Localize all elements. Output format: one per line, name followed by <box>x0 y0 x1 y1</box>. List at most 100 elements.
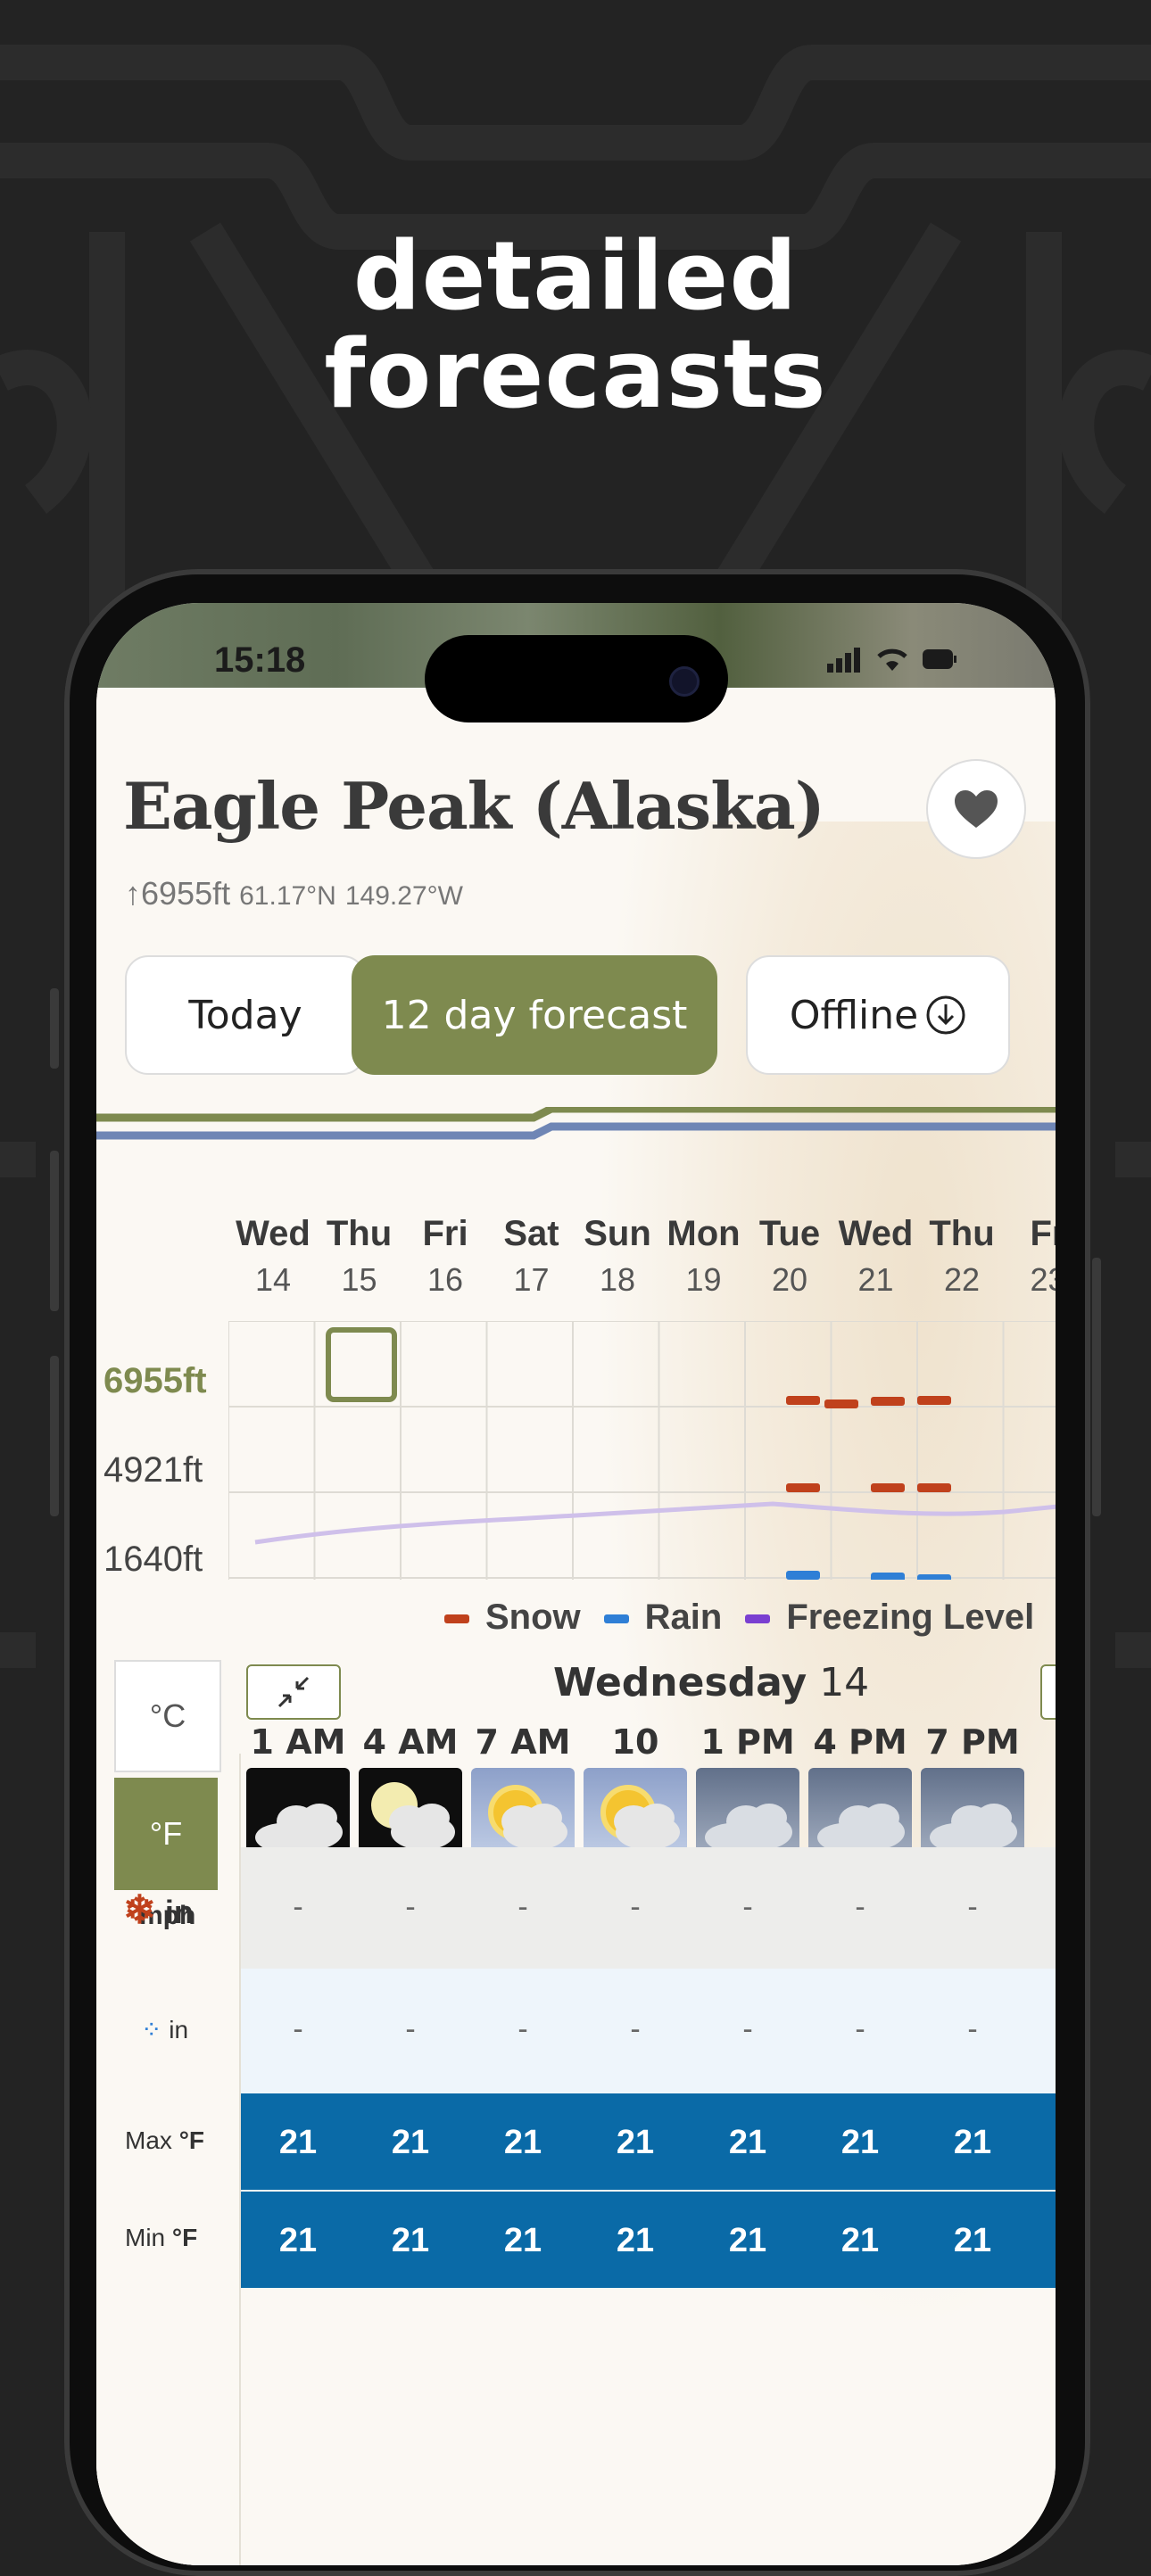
min-temp-value: 21 <box>953 2222 992 2259</box>
rain-value: - <box>630 2012 641 2046</box>
day-column[interactable]: Thu 22 <box>919 1214 1005 1299</box>
location-lat: 61.17°N <box>239 881 336 911</box>
day-column[interactable]: Wed 14 <box>230 1214 316 1299</box>
detail-day-num: 14 <box>819 1660 870 1705</box>
min-unit: °F <box>171 2224 198 2251</box>
celsius-toggle[interactable]: °C <box>114 1660 221 1772</box>
min-temp-value: 21 <box>503 2222 542 2259</box>
tab-forecast-label: 12 day forecast <box>381 992 688 1038</box>
day-name: Fr <box>1030 1214 1056 1253</box>
legend-freezing-label: Freezing Level <box>786 1598 1035 1637</box>
day-number: 15 <box>341 1261 377 1298</box>
day-number: 18 <box>599 1261 636 1298</box>
status-icons <box>827 646 957 673</box>
day-number: 23 <box>1030 1261 1056 1298</box>
location-lon: 149.27°W <box>344 881 463 911</box>
snow-row-label: ❄ in <box>123 1887 194 1933</box>
hour-label: 7 PM <box>925 1722 1020 1762</box>
location-coordinates: ↑6955ft 61.17°N 149.27°W <box>125 875 463 912</box>
min-temp-label: Min °F <box>125 2224 197 2252</box>
day-name: Wed <box>838 1214 914 1253</box>
max-label: Max <box>125 2126 172 2154</box>
elevation-low: 1640ft <box>104 1540 203 1579</box>
legend-snow: Snow <box>444 1598 581 1638</box>
legend-freezing: Freezing Level <box>745 1598 1034 1638</box>
rain-value: - <box>742 2012 753 2046</box>
rain-row-label: ⁘ in <box>141 2015 188 2044</box>
detail-day-name: Wednesday <box>553 1660 807 1705</box>
day-column[interactable]: Fr 23 <box>1006 1214 1056 1299</box>
fahrenheit-toggle[interactable]: °F <box>114 1778 218 1890</box>
fahrenheit-label: °F <box>149 1815 183 1852</box>
elevation-top: 6955ft <box>104 1361 207 1400</box>
day-column[interactable]: Wed 21 <box>833 1214 919 1299</box>
tab-offline-label: Offline <box>789 992 919 1038</box>
max-temp-value: 21 <box>391 2124 430 2161</box>
favorite-button[interactable] <box>926 759 1026 859</box>
rain-value: - <box>967 2012 978 2046</box>
day-column[interactable]: Fri 16 <box>402 1214 488 1299</box>
elevation-arrow-icon: ↑ <box>125 875 141 912</box>
snow-bar <box>824 1399 858 1408</box>
day-name: Thu <box>929 1214 995 1253</box>
rain-value: - <box>855 2012 865 2046</box>
day-name: Wed <box>236 1214 311 1253</box>
tab-offline[interactable]: Offline <box>746 955 1010 1075</box>
headline-line1: detailed <box>352 221 799 331</box>
snowflake-icon: ❄ <box>123 1888 156 1932</box>
legend-snow-label: Snow <box>485 1598 581 1637</box>
max-temp-value: 21 <box>503 2124 542 2161</box>
volume-down-button <box>50 1356 59 1516</box>
day-number: 21 <box>857 1261 894 1298</box>
collapse-icon <box>277 1676 310 1708</box>
day-column[interactable]: Tue 20 <box>747 1214 832 1299</box>
power-button <box>1092 1258 1101 1516</box>
battery-icon <box>923 649 956 669</box>
raindrops-icon: ⁘ <box>141 2016 162 2043</box>
rain-bar <box>786 1571 820 1580</box>
silent-switch <box>50 988 59 1069</box>
day-name: Thu <box>326 1214 393 1253</box>
tab-today-label: Today <box>188 992 302 1038</box>
snow-value: - <box>518 1890 528 1924</box>
phone-screen: 15:18 Eagle Peak (Alaska) ↑6955ft 61.17°… <box>96 603 1056 2565</box>
day-number: 20 <box>771 1261 808 1298</box>
status-time: 15:18 <box>214 640 306 680</box>
snow-bar <box>871 1397 905 1406</box>
freezing-level-line <box>254 1501 1056 1545</box>
max-temp-value: 21 <box>728 2124 767 2161</box>
elevation-mid: 4921ft <box>104 1450 203 1490</box>
rain-value: - <box>405 2012 416 2046</box>
day-number: 19 <box>685 1261 722 1298</box>
day-number: 14 <box>254 1261 292 1298</box>
collapse-button[interactable] <box>246 1664 341 1720</box>
day-column[interactable]: Mon 19 <box>661 1214 747 1299</box>
elevation-profile-lines <box>96 1107 1056 1140</box>
snow-value: - <box>293 1890 303 1924</box>
max-temp-value: 21 <box>278 2124 318 2161</box>
min-label: Min <box>125 2224 166 2251</box>
day-column[interactable]: Sun 18 <box>575 1214 660 1299</box>
camera-icon <box>669 666 700 697</box>
max-temp-value: 21 <box>953 2124 992 2161</box>
day-name: Tue <box>758 1214 821 1253</box>
day-column[interactable]: Thu 15 <box>317 1214 402 1299</box>
min-temp-value: 21 <box>728 2222 767 2259</box>
rain-value: - <box>518 2012 528 2046</box>
hour-label: 1 AM <box>250 1722 346 1762</box>
wifi-icon <box>877 648 907 671</box>
next-day-button[interactable] <box>1040 1664 1056 1720</box>
snow-bar <box>917 1396 951 1405</box>
location-elevation: 6955ft <box>141 875 231 912</box>
headline: detailed forecasts <box>0 227 1151 424</box>
max-temp-value: 21 <box>616 2124 655 2161</box>
rain-bar <box>871 1573 905 1580</box>
day-column[interactable]: Sat 17 <box>489 1214 575 1299</box>
day-number: 17 <box>513 1261 550 1298</box>
heart-icon <box>955 790 998 828</box>
tab-12-day-forecast[interactable]: 12 day forecast <box>352 955 717 1075</box>
rain-unit: in <box>169 2016 189 2043</box>
tab-today[interactable]: Today <box>125 955 366 1075</box>
min-temp-value: 21 <box>391 2222 430 2259</box>
rain-bar <box>917 1574 951 1580</box>
